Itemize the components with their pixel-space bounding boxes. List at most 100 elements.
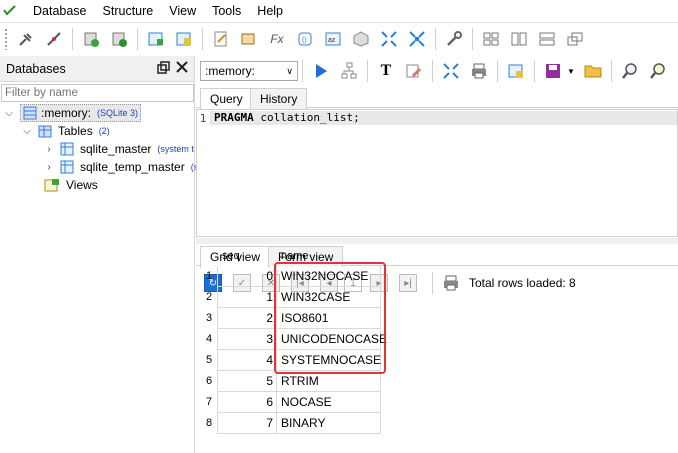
database-select[interactable]: :memory: ∨ — [200, 61, 298, 81]
print-button[interactable] — [467, 59, 491, 83]
row-number: 2 — [206, 291, 213, 303]
collapse-icon — [409, 30, 425, 47]
cell-seq[interactable]: 2 — [217, 308, 277, 329]
sql-text: collation_list; — [253, 111, 360, 124]
toolbar-grip — [4, 27, 8, 50]
menu-view[interactable]: View — [161, 0, 204, 22]
database-select-value: :memory: — [205, 64, 256, 78]
find-replace-button[interactable] — [646, 59, 670, 83]
chevron-right-icon[interactable]: › — [44, 144, 54, 155]
explain-button[interactable] — [337, 59, 361, 83]
filter-input[interactable] — [1, 84, 194, 102]
tree-db-selected[interactable]: :memory: (SQLite 3) — [20, 104, 142, 122]
row-number: 5 — [206, 354, 213, 366]
sql-editor-icon — [214, 31, 227, 46]
cell-seq[interactable]: 6 — [217, 392, 277, 413]
layout-rows-button[interactable] — [535, 27, 559, 51]
expand-icon — [381, 30, 397, 47]
menu-help[interactable]: Help — [249, 0, 291, 22]
chevron-down-icon[interactable]: ⌵ — [4, 108, 14, 119]
table-icon — [60, 160, 74, 174]
sql-editor-button[interactable] — [209, 27, 233, 51]
add-database-button[interactable] — [79, 27, 103, 51]
cell-seq[interactable]: 4 — [217, 350, 277, 371]
function-button[interactable]: Fx — [265, 27, 289, 51]
caret-down-icon[interactable]: ▼ — [567, 67, 575, 76]
save-icon — [546, 64, 560, 78]
load-sql-button[interactable] — [504, 59, 528, 83]
db-add-icon — [84, 32, 99, 47]
views-label: Views — [66, 178, 98, 192]
table-row[interactable]: 6 5 RTRIM — [196, 371, 386, 392]
cell-seq[interactable]: 5 — [217, 371, 277, 392]
search-icon — [621, 63, 637, 79]
code-line[interactable]: PRAGMA collation_list; — [210, 111, 677, 125]
sql-keyword: PRAGMA — [214, 111, 254, 124]
format-button[interactable]: T — [374, 59, 398, 83]
chevron-right-icon[interactable]: › — [44, 162, 54, 173]
unplug-icon — [47, 31, 61, 46]
cell-seq[interactable]: 7 — [217, 413, 277, 434]
edit-table-button[interactable] — [172, 27, 196, 51]
cell-name[interactable]: NOCASE — [277, 392, 381, 413]
cell-seq[interactable]: 3 — [217, 329, 277, 350]
new-table-button[interactable] — [144, 27, 168, 51]
table-edit-icon — [176, 32, 191, 45]
cell-seq[interactable]: 1 — [217, 287, 277, 308]
function-icon: Fx — [270, 31, 284, 46]
table-name: sqlite_master — [80, 142, 152, 156]
execute-button[interactable] — [309, 59, 333, 83]
row-number: 6 — [206, 375, 213, 387]
expand-button[interactable] — [377, 27, 401, 51]
database-icon — [23, 106, 37, 120]
collation-button[interactable]: () — [293, 27, 317, 51]
table-row[interactable]: 7 6 NOCASE — [196, 392, 386, 413]
svg-text:(): () — [302, 37, 307, 44]
cell-name[interactable]: RTRIM — [277, 371, 381, 392]
package-button[interactable] — [349, 27, 373, 51]
disconnect-button[interactable] — [42, 27, 66, 51]
results-grid: seq name 1 0 WIN32NOCASE 2 1 WIN32CASE 3 2 ISO86… — [196, 248, 678, 453]
connect-button[interactable] — [14, 27, 38, 51]
layout-rows-icon — [539, 32, 555, 45]
table-row[interactable]: 8 7 BINARY — [196, 413, 386, 434]
expand-icon — [443, 63, 459, 79]
app-logo-icon — [3, 4, 17, 18]
layout-columns-button[interactable] — [507, 27, 531, 51]
cell-name[interactable]: BINARY — [277, 413, 381, 434]
menu-tools[interactable]: Tools — [204, 0, 249, 22]
sql-run-button[interactable] — [237, 27, 261, 51]
tree-table-row[interactable]: › sqlite_temp_master (s — [44, 158, 198, 176]
splitter[interactable] — [196, 238, 678, 244]
save-button[interactable] — [541, 59, 565, 83]
collapse-button[interactable] — [405, 27, 429, 51]
chevron-down-icon[interactable]: ⌵ — [22, 126, 32, 137]
load-sql-icon — [508, 64, 523, 78]
menu-database[interactable]: Database — [25, 0, 95, 22]
tree-db-row[interactable]: ⌵ :memory: (SQLite 3) — [0, 104, 142, 122]
clear-button[interactable] — [402, 59, 426, 83]
sort-button[interactable]: az — [321, 27, 345, 51]
restore-icon[interactable] — [157, 60, 170, 77]
menu-structure[interactable]: Structure — [95, 0, 162, 22]
row-number: 8 — [206, 417, 213, 429]
sql-editor[interactable]: 1 PRAGMA collation_list; — [196, 109, 678, 237]
column-header-seq[interactable]: seq — [222, 248, 240, 264]
wrench-icon — [447, 30, 462, 46]
layout-cascade-button[interactable] — [563, 27, 587, 51]
close-icon[interactable] — [176, 61, 188, 76]
open-folder-button[interactable] — [581, 59, 605, 83]
tab-history[interactable]: History — [250, 88, 308, 109]
tree-views-row[interactable]: Views — [44, 176, 98, 194]
eraser-icon — [406, 64, 422, 78]
settings-button[interactable] — [442, 27, 466, 51]
main-toolbar: Fx () az — [0, 22, 678, 54]
find-button[interactable] — [618, 59, 642, 83]
tree-table-row[interactable]: › sqlite_master (system t — [44, 140, 194, 158]
tab-query[interactable]: Query — [200, 88, 253, 110]
expand-editor-button[interactable] — [439, 59, 463, 83]
tree-tables-row[interactable]: ⌵ Tables (2) — [22, 122, 109, 140]
cell-seq[interactable]: 0 — [217, 266, 277, 287]
layout-grid-button[interactable] — [479, 27, 503, 51]
refresh-database-button[interactable] — [107, 27, 131, 51]
